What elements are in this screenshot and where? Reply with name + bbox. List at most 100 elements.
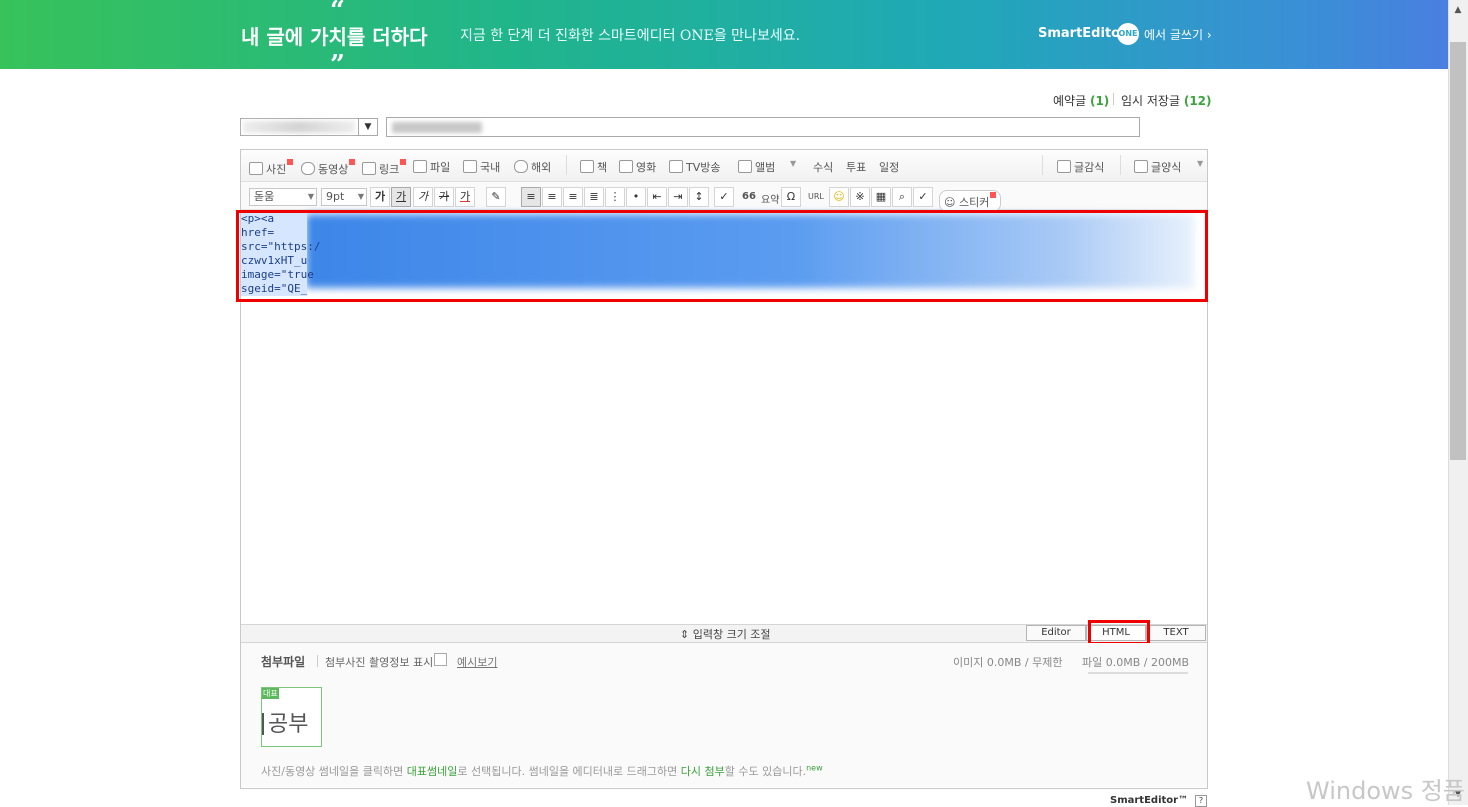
file-button[interactable]: 파일 bbox=[413, 159, 450, 175]
album-button[interactable]: 앨범 bbox=[738, 159, 775, 175]
divider bbox=[317, 655, 318, 667]
quote-close-mark: ” bbox=[330, 50, 345, 80]
reserved-posts-label: 예약글 bbox=[1053, 94, 1087, 108]
italic-button[interactable]: 가 bbox=[413, 187, 433, 207]
sticker-icon: ☺ bbox=[944, 196, 959, 209]
category-select[interactable]: ▼ bbox=[240, 118, 378, 136]
more-dropdown-icon[interactable]: ▼ bbox=[790, 159, 796, 168]
bullet-list-icon[interactable]: • bbox=[626, 187, 646, 207]
draft-posts-count: (12) bbox=[1183, 94, 1212, 108]
preview-link[interactable]: 예시보기 bbox=[457, 654, 497, 670]
usage-bar bbox=[1088, 672, 1188, 674]
dropdown-arrow-icon[interactable]: ▼ bbox=[358, 119, 377, 135]
schedule-button[interactable]: 일정 bbox=[879, 159, 899, 175]
quote-button[interactable]: 66 bbox=[742, 191, 756, 202]
highlight-box-html bbox=[1088, 620, 1150, 645]
url-button[interactable]: URL bbox=[808, 192, 824, 201]
symbol-icon[interactable]: ※ bbox=[850, 187, 870, 207]
movie-button[interactable]: 영화 bbox=[619, 159, 656, 175]
one-badge[interactable]: ONE bbox=[1117, 23, 1139, 45]
banner-headline: 내 글에 가치를 더하다 bbox=[241, 25, 428, 49]
link-button[interactable]: 링크 bbox=[362, 159, 407, 177]
scroll-thumb[interactable] bbox=[1450, 42, 1466, 460]
align-justify-icon[interactable]: ≣ bbox=[584, 187, 604, 207]
video-icon bbox=[301, 162, 315, 175]
reserved-posts-link[interactable]: 예약글 (1) bbox=[1053, 92, 1109, 109]
video-button[interactable]: 동영상 bbox=[301, 159, 356, 177]
photo-icon bbox=[249, 162, 263, 175]
table-icon[interactable]: ▦ bbox=[871, 187, 891, 207]
image-usage: 이미지 0.0MB / 무제한 bbox=[953, 656, 1063, 669]
map-icon bbox=[463, 160, 477, 173]
photo-button[interactable]: 사진 bbox=[249, 159, 294, 177]
mode-editor-tab[interactable]: Editor bbox=[1026, 625, 1086, 641]
highlight-box-code bbox=[236, 210, 1208, 302]
align-left-icon[interactable]: ≡ bbox=[521, 187, 541, 207]
tv-icon bbox=[669, 160, 683, 173]
template-icon bbox=[1134, 160, 1148, 173]
template-button[interactable]: 글양식 bbox=[1134, 159, 1181, 175]
font-color-button[interactable]: 가 bbox=[455, 187, 475, 207]
emoticon-icon[interactable]: ☺ bbox=[829, 187, 849, 207]
resize-label[interactable]: ⇕ 입력창 크기 조절 bbox=[680, 626, 771, 642]
bold-button[interactable]: 가 bbox=[370, 187, 390, 207]
title-input[interactable] bbox=[386, 117, 1140, 137]
exif-checkbox[interactable] bbox=[434, 653, 447, 666]
divider bbox=[566, 155, 567, 175]
spellcheck-icon[interactable]: ✓ bbox=[714, 187, 734, 207]
globe-icon bbox=[514, 160, 528, 173]
underline-button[interactable]: 가 bbox=[391, 187, 411, 207]
spell-icon[interactable]: ✓ bbox=[913, 187, 933, 207]
font-family-select[interactable]: 돋움 ▼ bbox=[249, 188, 317, 206]
thumbnail-text: 공부 bbox=[262, 706, 308, 738]
write-in-one-link[interactable]: 에서 글쓰기 › bbox=[1144, 26, 1212, 43]
divider bbox=[1113, 93, 1114, 105]
strikethrough-button[interactable]: 가 bbox=[434, 187, 454, 207]
divider bbox=[1120, 155, 1121, 175]
domestic-map-button[interactable]: 국내 bbox=[463, 159, 500, 175]
book-button[interactable]: 책 bbox=[580, 159, 607, 175]
chevron-down-icon: ▼ bbox=[357, 192, 364, 201]
outdent-icon[interactable]: ⇤ bbox=[647, 187, 667, 207]
formula-button[interactable]: 수식 bbox=[813, 159, 833, 175]
new-badge-icon bbox=[990, 192, 997, 198]
align-center-icon[interactable]: ≡ bbox=[542, 187, 562, 207]
link-icon bbox=[362, 162, 376, 175]
help-icon[interactable]: ? bbox=[1195, 795, 1207, 807]
line-height-icon[interactable]: ↕ bbox=[689, 187, 709, 207]
search-icon[interactable]: ⌕ bbox=[892, 187, 912, 207]
indent-icon[interactable]: ⇥ bbox=[668, 187, 688, 207]
highlight-color-icon[interactable]: ✎ bbox=[486, 187, 506, 207]
sticker-button[interactable]: ☺ 스티커 bbox=[939, 190, 1002, 212]
banner-subline: 지금 한 단계 더 진화한 스마트에디터 ONE을 만나보세요. bbox=[460, 28, 801, 44]
album-icon bbox=[738, 160, 752, 173]
smarteditor-brand[interactable]: SmartEditor bbox=[1038, 26, 1127, 41]
new-badge-icon bbox=[349, 159, 356, 165]
overseas-map-button[interactable]: 해외 bbox=[514, 159, 551, 175]
special-char-icon[interactable]: Ω bbox=[781, 187, 801, 207]
attachment-title: 첨부파일 bbox=[261, 655, 306, 669]
tv-button[interactable]: TV방송 bbox=[669, 159, 720, 175]
title-value-redacted bbox=[392, 122, 482, 133]
exif-label: 첨부사진 촬영정보 표시 bbox=[325, 656, 434, 669]
category-value-redacted bbox=[243, 121, 355, 133]
book-icon bbox=[580, 160, 594, 173]
attachment-help-text: 사진/동영상 썸네일을 클릭하면 대표썸네일로 선택됩니다. 썸네일을 에디터내… bbox=[261, 763, 823, 778]
vote-button[interactable]: 투표 bbox=[846, 159, 866, 175]
font-size-select[interactable]: 9pt ▼ bbox=[321, 188, 367, 206]
mode-text-tab[interactable]: TEXT bbox=[1146, 625, 1206, 641]
file-icon bbox=[413, 160, 427, 173]
reserved-posts-count: (1) bbox=[1089, 94, 1110, 108]
align-right-icon[interactable]: ≡ bbox=[563, 187, 583, 207]
numbered-list-icon[interactable]: ⋮ bbox=[605, 187, 625, 207]
film-icon bbox=[619, 160, 633, 173]
smarteditor-footer-logo: SmartEditor™ bbox=[1110, 795, 1189, 806]
draft-posts-link[interactable]: 임시 저장글 (12) bbox=[1121, 92, 1212, 109]
scroll-up-icon[interactable]: ▲ bbox=[1450, 2, 1466, 18]
template-dropdown-icon[interactable]: ▼ bbox=[1197, 159, 1203, 168]
divider bbox=[1042, 155, 1043, 175]
new-badge-icon bbox=[400, 159, 407, 165]
chevron-down-icon: ▼ bbox=[307, 192, 314, 201]
summary-button[interactable]: 요약 bbox=[761, 191, 779, 206]
quote-style-button[interactable]: 글감식 bbox=[1057, 159, 1104, 175]
